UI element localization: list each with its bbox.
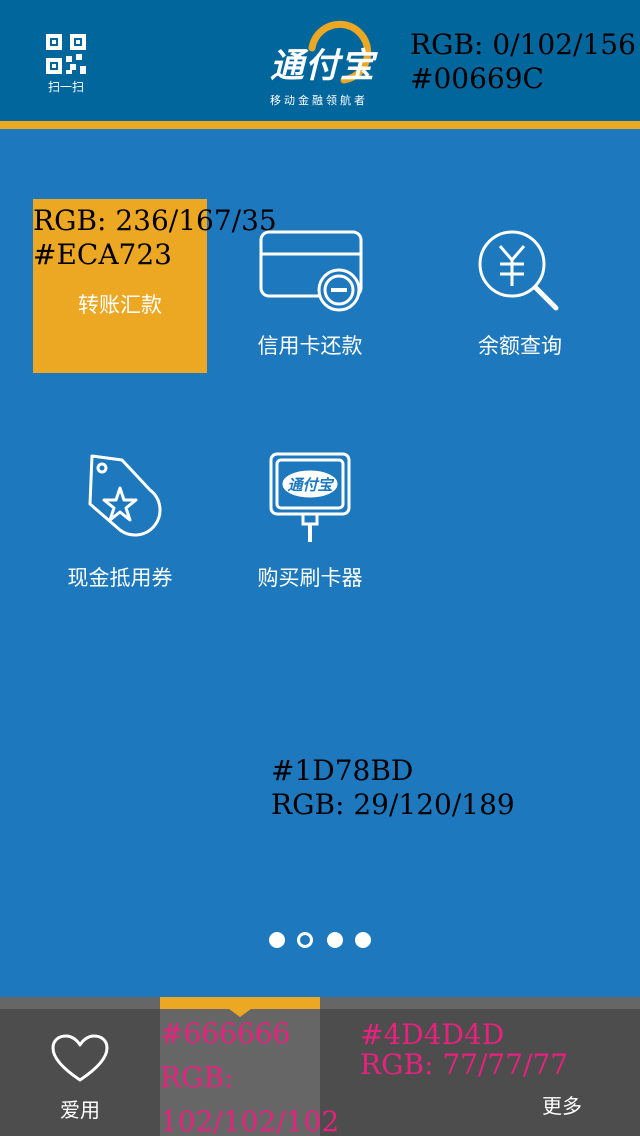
tab-active-color-note: #666666 RGB: 102/102/102 bbox=[160, 1012, 339, 1136]
grid-item-label: 购买刷卡器 bbox=[257, 566, 363, 590]
tab-active-color-note-hex: #666666 bbox=[160, 1017, 291, 1050]
grid-item-label: 信用卡还款 bbox=[257, 334, 363, 358]
page-dot-current[interactable] bbox=[297, 932, 313, 948]
grid-item-label: 余额查询 bbox=[478, 334, 562, 358]
grid-item-balance-query[interactable]: 余额查询 bbox=[430, 214, 610, 360]
scan-button[interactable]: 扫一扫 bbox=[40, 32, 92, 95]
logo-text: 通付宝 bbox=[270, 46, 375, 86]
app-logo: 通付宝 移动金融领航者 bbox=[266, 18, 386, 110]
tabbar-color-note: #4D4D4D RGB: 77/77/77 bbox=[360, 1020, 568, 1080]
tab-active-color-note-rgb-label: RGB: bbox=[160, 1061, 234, 1094]
background-color-note-rgb: RGB: 29/120/189 bbox=[271, 788, 515, 821]
scan-label: 扫一扫 bbox=[47, 80, 84, 94]
tabbar-color-note-hex: #4D4D4D bbox=[360, 1018, 505, 1051]
header-color-note: RGB: 0/102/156 #00669C bbox=[410, 28, 636, 96]
page-dot[interactable] bbox=[269, 932, 285, 948]
active-color-note: RGB: 236/167/35 #ECA723 bbox=[33, 204, 277, 272]
card-reader-icon: 通付宝 bbox=[220, 446, 400, 546]
grid-item-label: 转账汇款 bbox=[78, 293, 162, 317]
page-dot[interactable] bbox=[355, 932, 371, 948]
tab-active-indicator bbox=[160, 997, 320, 1009]
header-color-note-rgb: RGB: 0/102/156 bbox=[410, 28, 636, 61]
tab-favorites-label: 爱用 bbox=[60, 1098, 100, 1122]
qr-code-icon bbox=[46, 34, 86, 74]
tab-active-color-note-rgb-value: 102/102/102 bbox=[160, 1105, 340, 1136]
svg-text:通付宝: 通付宝 bbox=[287, 476, 334, 494]
grid-item-coupon[interactable]: 现金抵用券 bbox=[30, 446, 210, 592]
background-color-note-hex: #1D78BD bbox=[271, 754, 414, 787]
header-accent-stripe bbox=[0, 121, 640, 129]
tab-bar-top-border bbox=[0, 997, 640, 1009]
grid-item-label: 现金抵用券 bbox=[67, 566, 173, 590]
grid-item-card-reader[interactable]: 通付宝 购买刷卡器 bbox=[220, 446, 400, 592]
header-color-note-hex: #00669C bbox=[410, 62, 544, 95]
logo-tagline: 移动金融领航者 bbox=[270, 94, 368, 107]
page-indicator bbox=[266, 932, 376, 952]
heart-icon bbox=[51, 1034, 109, 1082]
page-dot[interactable] bbox=[327, 932, 343, 948]
tab-more[interactable]: 更多 bbox=[520, 1090, 604, 1119]
active-color-note-hex: #ECA723 bbox=[33, 238, 172, 271]
coupon-tag-icon bbox=[30, 446, 210, 546]
tab-more-label: 更多 bbox=[542, 1094, 582, 1118]
tab-favorites[interactable]: 爱用 bbox=[40, 1034, 120, 1123]
yuan-search-icon bbox=[430, 214, 610, 314]
tabbar-color-note-rgb: RGB: 77/77/77 bbox=[360, 1048, 569, 1081]
grid-item-transfer[interactable]: 转账汇款 bbox=[30, 273, 210, 319]
active-color-note-rgb: RGB: 236/167/35 bbox=[33, 204, 277, 237]
background-color-note: #1D78BD RGB: 29/120/189 bbox=[271, 754, 515, 822]
